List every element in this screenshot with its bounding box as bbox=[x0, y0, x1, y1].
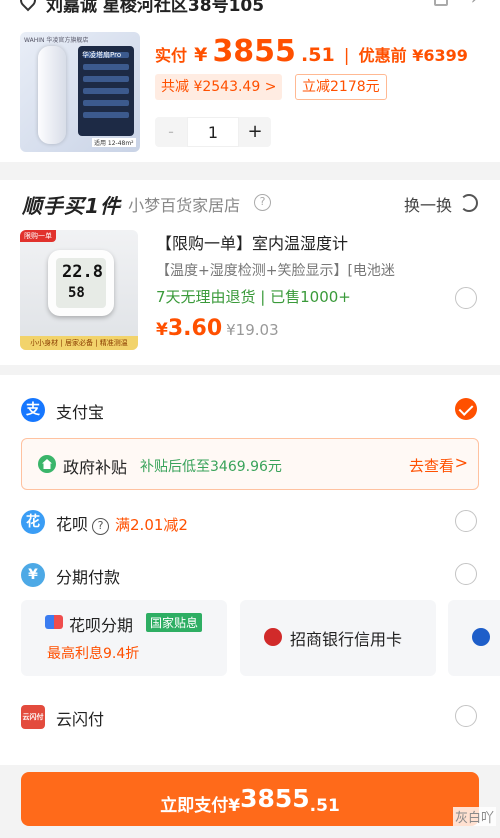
installment-cards: 花呗分期 国家贴息 最高利息9.4折 招商银行信用卡 bbox=[0, 600, 500, 676]
installment-radio[interactable] bbox=[455, 563, 477, 585]
pay-now-button[interactable]: 立即支付¥3855.51 bbox=[21, 772, 479, 826]
checkout-page: 刘嘉诚 星梭河社区38号105 › WAHIN 华凌官方旗舰店 华凌塔扇Pro … bbox=[0, 0, 500, 838]
product-image-model: 华凌塔扇Pro bbox=[82, 51, 122, 59]
decrease-button[interactable]: - bbox=[155, 117, 187, 147]
increase-button[interactable]: + bbox=[239, 117, 271, 147]
address-bar[interactable]: 刘嘉诚 星梭河社区38号105 › bbox=[0, 0, 500, 22]
pay-now-label: 立即支付 bbox=[160, 796, 229, 816]
installment-label: 分期付款 bbox=[56, 568, 121, 587]
hygrometer-temp: 22.8 bbox=[62, 262, 103, 282]
chevron-right-icon: › bbox=[471, 0, 478, 9]
original-price: ¥19.03 bbox=[226, 321, 279, 339]
tower-fan-graphic bbox=[38, 46, 66, 144]
actual-payment-line: 实付 ¥ 3855 .51 | 优惠前 ¥6399 bbox=[155, 34, 468, 69]
pre-discount-price: 优惠前 ¥6399 bbox=[358, 46, 468, 65]
currency-symbol: ¥ bbox=[228, 796, 241, 816]
installment-card-partial[interactable] bbox=[448, 600, 500, 676]
help-icon[interactable]: ? bbox=[92, 518, 110, 535]
unionpay-icon: 云闪付 bbox=[21, 705, 45, 729]
installment-card-subtitle: 最高利息9.4折 bbox=[47, 646, 140, 662]
unionpay-label: 云闪付 bbox=[56, 710, 105, 729]
bundle-select-radio[interactable] bbox=[455, 287, 477, 309]
total-discount-text: 共减 ¥2543.49 bbox=[161, 79, 261, 95]
cmb-bank-icon bbox=[264, 628, 282, 646]
government-subsidy-banner[interactable]: 政府补贴 补贴后低至3469.96元 去查看 > bbox=[21, 438, 479, 490]
currency-symbol: ¥ bbox=[194, 44, 208, 66]
watermark: 灰白吖 bbox=[452, 807, 496, 826]
bundle-product-image[interactable]: 限购一单 22.8 58 小小身材 | 居家必备 | 精准测温 bbox=[20, 230, 138, 350]
quantity-value[interactable]: 1 bbox=[187, 117, 239, 147]
product-image-brand: WAHIN 华凌官方旗舰店 bbox=[24, 37, 89, 44]
hygrometer-humidity: 58 bbox=[68, 285, 85, 301]
swap-button[interactable]: 换一换 bbox=[404, 192, 452, 216]
pay-now-decimal: .51 bbox=[309, 796, 340, 816]
hygrometer-graphic: 22.8 58 bbox=[48, 250, 114, 316]
installment-icon: ¥ bbox=[21, 563, 45, 587]
actual-payment-label: 实付 bbox=[155, 46, 188, 65]
instant-discount-tag: 立减2178元 bbox=[295, 74, 387, 100]
bundle-section: 顺手买1件 · 小梦百货家居店 ? 换一换 限购一单 22.8 58 小小身材 … bbox=[0, 180, 500, 365]
chevron-right-icon: > bbox=[454, 453, 468, 472]
refresh-icon[interactable] bbox=[460, 194, 478, 212]
separator: | bbox=[343, 46, 350, 66]
huabei-radio[interactable] bbox=[455, 510, 477, 532]
product-image-spec: 适用 12-48m² bbox=[92, 138, 136, 147]
bundle-product-subtitle: 【温度+湿度检测+笑脸显示】[电池迷 bbox=[156, 263, 395, 279]
pay-now-integer: 3855 bbox=[240, 784, 310, 813]
image-footer-banner: 小小身材 | 居家必备 | 精准测温 bbox=[20, 336, 138, 350]
home-icon bbox=[38, 455, 56, 473]
address-text: 刘嘉诚 星梭河社区38号105 bbox=[46, 0, 265, 16]
price-decimal: .51 bbox=[301, 44, 335, 66]
bundle-shop-name[interactable]: · 小梦百货家居店 bbox=[118, 192, 240, 216]
huabei-icon: 花 bbox=[21, 510, 45, 534]
huabei-installment-icon bbox=[45, 615, 63, 629]
installment-card-huabei[interactable]: 花呗分期 国家贴息 最高利息9.4折 bbox=[21, 600, 227, 676]
bundle-price: ¥3.60 ¥19.03 bbox=[156, 316, 279, 341]
product-card: WAHIN 华凌官方旗舰店 华凌塔扇Pro 适用 12-48m² 实付 ¥ 38… bbox=[0, 22, 500, 162]
price-integer: 3855 bbox=[212, 34, 296, 69]
bundle-product-title[interactable]: 【限购一单】室内温湿度计 bbox=[156, 230, 348, 254]
bank-icon bbox=[472, 628, 490, 646]
edit-icon[interactable] bbox=[434, 0, 448, 6]
limit-flag: 限购一单 bbox=[20, 230, 56, 242]
unionpay-radio[interactable] bbox=[455, 705, 477, 727]
alipay-icon: 支 bbox=[21, 398, 45, 422]
subsidy-view-link[interactable]: 去查看 bbox=[409, 455, 454, 476]
huabei-promo: 满2.01减2 bbox=[115, 516, 188, 534]
location-pin-icon bbox=[16, 0, 40, 12]
subsidy-badge: 国家贴息 bbox=[146, 613, 203, 632]
bundle-price-value: 3.60 bbox=[167, 316, 223, 341]
payment-option-unionpay[interactable]: 云闪付 云闪付 bbox=[0, 696, 500, 736]
installment-card-cmb[interactable]: 招商银行信用卡 bbox=[240, 600, 436, 676]
currency-symbol: ¥ bbox=[156, 320, 168, 340]
help-icon[interactable]: ? bbox=[254, 194, 271, 211]
quantity-stepper: - 1 + bbox=[155, 117, 271, 147]
product-image[interactable]: WAHIN 华凌官方旗舰店 华凌塔扇Pro 适用 12-48m² bbox=[20, 32, 140, 152]
huabei-label: 花呗 bbox=[56, 515, 89, 534]
installment-card-title: 花呗分期 bbox=[69, 616, 134, 635]
subsidy-description: 补贴后低至3469.96元 bbox=[140, 459, 282, 475]
payment-option-alipay[interactable]: 支 支付宝 bbox=[0, 389, 500, 429]
huabei-label-group: 花呗? 满2.01减2 bbox=[56, 511, 188, 535]
total-discount-tag[interactable]: 共减 ¥2543.49 > bbox=[155, 74, 283, 100]
return-policy: 7天无理由退货 | 已售1000+ bbox=[156, 288, 351, 306]
installment-card-title: 招商银行信用卡 bbox=[290, 630, 403, 649]
alipay-label: 支付宝 bbox=[56, 403, 105, 422]
subsidy-title: 政府补贴 bbox=[63, 458, 128, 477]
payment-option-huabei[interactable]: 花 花呗? 满2.01减2 bbox=[0, 501, 500, 541]
bundle-brand-logo: 顺手买1件 bbox=[22, 194, 121, 218]
alipay-radio[interactable] bbox=[455, 398, 477, 420]
chevron-right-icon: > bbox=[264, 79, 277, 95]
payment-methods: 支 支付宝 政府补贴 补贴后低至3469.96元 去查看 > 花 花呗? 满2.0… bbox=[0, 375, 500, 765]
payment-option-installment[interactable]: ¥ 分期付款 bbox=[0, 554, 500, 594]
